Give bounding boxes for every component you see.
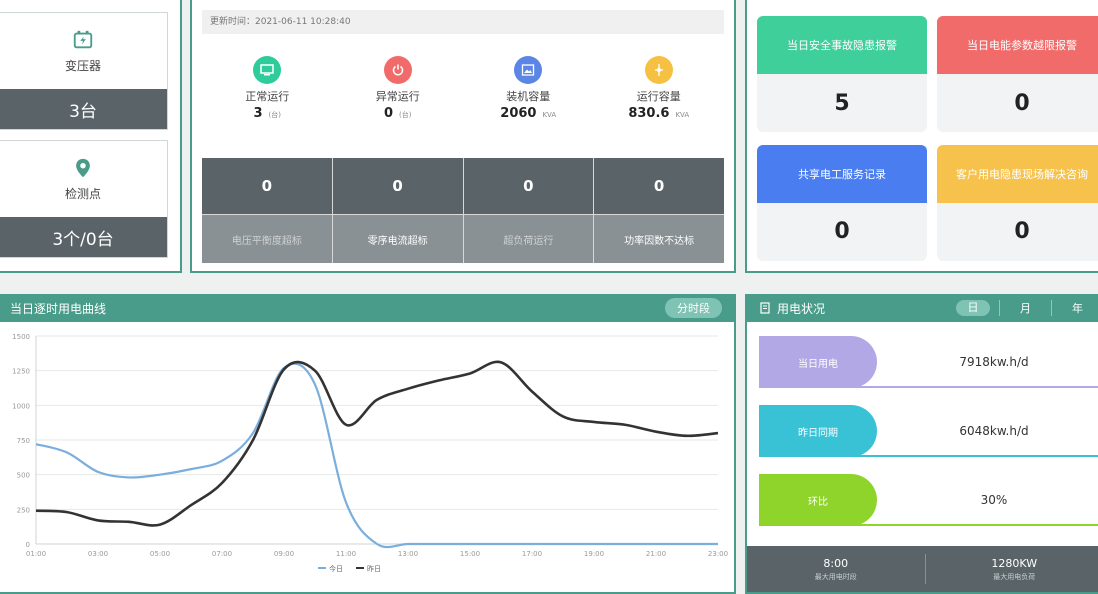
location-pin-icon (76, 158, 90, 177)
x-tick-label: 17:00 (522, 550, 542, 558)
tab-day[interactable]: 日 (947, 300, 999, 316)
x-tick-label: 23:00 (708, 550, 728, 558)
metric-value: 0 (594, 158, 724, 214)
legend-label: 今日 (329, 564, 343, 573)
y-tick-label: 1500 (12, 333, 30, 341)
metric-value: 0 (202, 158, 332, 214)
legend-label: 昨日 (367, 564, 381, 573)
metrics-grid: 0 0 0 0 电压平衡度超标 零序电流超标 超负荷运行 功率因数不达标 (202, 158, 724, 263)
stat-running: 运行容量 830.6 KVA (599, 48, 719, 156)
usage-title: 用电状况 (777, 301, 826, 316)
alert-card-safety[interactable]: 当日安全事故隐患报警 5 (757, 16, 927, 132)
x-tick-label: 07:00 (212, 550, 232, 558)
series-line-yesterday (35, 360, 719, 527)
update-time: 更新时间：2021-06-11 10:28:40 (202, 10, 724, 34)
transformer-label: 变压器 (64, 58, 101, 73)
power-icon (383, 56, 412, 84)
x-tick-label: 09:00 (274, 550, 294, 558)
monitor-card[interactable]: 检测点 3个/0台 (0, 140, 168, 258)
stat-normal: 正常运行 3 (台) (207, 48, 327, 156)
x-tick-label: 19:00 (584, 550, 604, 558)
time-period-button[interactable]: 分时段 (665, 298, 722, 318)
x-tick-label: 03:00 (88, 550, 108, 558)
stat-installed: 装机容量 2060 KVA (468, 48, 588, 156)
metric-label[interactable]: 电压平衡度超标 (202, 215, 332, 263)
alert-card-service[interactable]: 共享电工服务记录 0 (757, 144, 927, 261)
usage-row-yesterday: 昨日同期 6048kw.h/d (759, 405, 1098, 457)
document-icon (760, 302, 770, 314)
devices-panel: 变压器 3台 检测点 3个/0台 (0, 0, 182, 273)
alert-card-consult[interactable]: 客户用电隐患现场解决咨询 0 (937, 144, 1098, 261)
y-tick-label: 500 (17, 472, 30, 480)
alerts-panel: 当日安全事故隐患报警 5 当日电能参数越限报警 0 共享电工服务记录 0 客户用… (745, 0, 1098, 273)
stats-row: 正常运行 3 (台) 异常运行 0 (台) 装机容量 2060 KVA 运行容量 83… (202, 48, 724, 156)
y-tick-label: 1000 (12, 402, 30, 410)
usage-footer: 8:00 最大用电时段 1280KW 最大用电负荷 (747, 546, 1098, 592)
monitor-label: 检测点 (64, 186, 101, 201)
metric-label[interactable]: 功率因数不达标 (594, 215, 724, 263)
status-panel: 更新时间：2021-06-11 10:28:40 正常运行 3 (台) 异常运行 … (190, 0, 736, 273)
tab-month[interactable]: 月 (999, 300, 1051, 316)
metric-value: 0 (463, 158, 594, 214)
monitor-count: 3个/0台 (0, 217, 167, 257)
y-tick-label: 0 (26, 541, 30, 549)
monitor-icon (253, 56, 282, 84)
y-tick-label: 250 (17, 506, 30, 514)
alert-card-overlimit[interactable]: 当日电能参数越限报警 0 (937, 16, 1098, 132)
plug-icon (644, 56, 673, 84)
transformer-count: 3台 (0, 89, 167, 129)
usage-panel: 用电状况 日 月 年 当日用电 7918kw.h/d 昨日同期 6048kw.h… (745, 294, 1098, 594)
tab-year[interactable]: 年 (1051, 300, 1098, 316)
x-tick-label: 11:00 (336, 550, 356, 558)
chart-panel: 当日逐时用电曲线 分时段 0 250 500 750 1000 1250 1500 01:00… (0, 294, 736, 594)
power-curve-chart: 0 250 500 750 1000 1250 1500 01:00 03:00 05:00 07:… (12, 333, 728, 573)
metric-label[interactable]: 零序电流超标 (332, 215, 463, 263)
y-tick-label: 1250 (12, 368, 30, 376)
x-tick-label: 05:00 (150, 550, 170, 558)
stat-abnormal: 异常运行 0 (台) (338, 48, 458, 156)
y-tick-label: 750 (17, 437, 30, 445)
transformer-card[interactable]: 变压器 3台 (0, 12, 168, 130)
usage-row-ratio: 环比 30% (759, 474, 1098, 526)
transformer-icon (73, 30, 93, 48)
x-tick-label: 21:00 (646, 550, 666, 558)
usage-row-today: 当日用电 7918kw.h/d (759, 336, 1098, 388)
period-tabs: 日 月 年 (947, 294, 1098, 322)
series-line-today (35, 362, 718, 549)
image-icon (514, 56, 543, 84)
x-tick-label: 01:00 (26, 550, 46, 558)
x-tick-label: 13:00 (398, 550, 418, 558)
chart-title: 当日逐时用电曲线 (10, 301, 107, 316)
metric-value: 0 (332, 158, 463, 214)
metric-label[interactable]: 超负荷运行 (463, 215, 594, 263)
x-tick-label: 15:00 (460, 550, 480, 558)
